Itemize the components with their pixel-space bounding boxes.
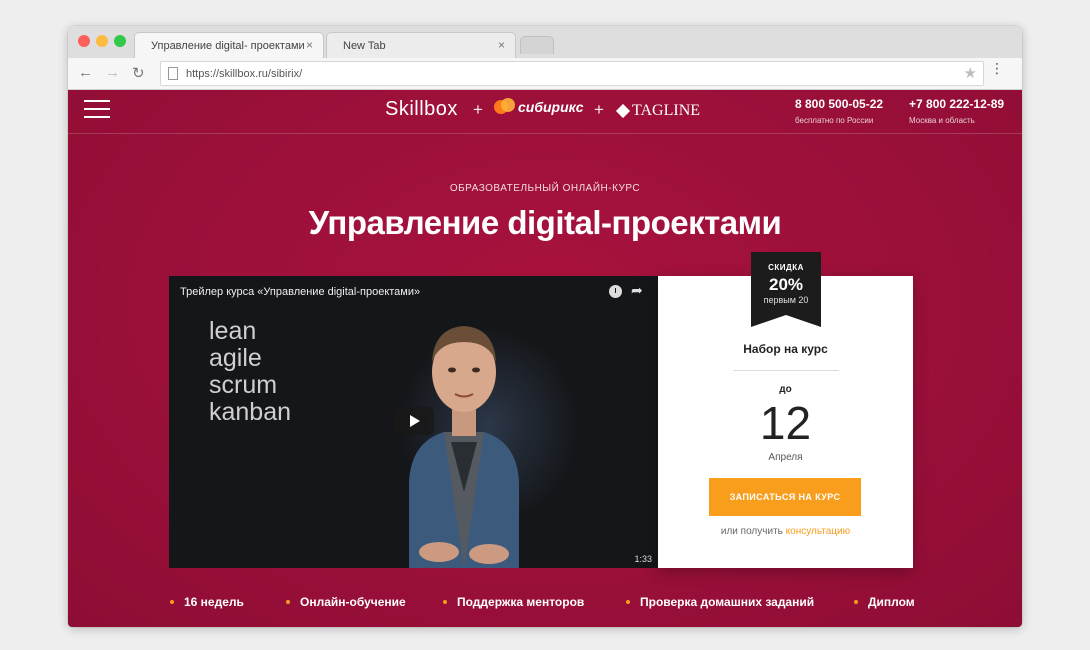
feature-label: Онлайн-обучение [300, 595, 406, 609]
phone-number: +7 800 222-12-89 [909, 97, 1005, 111]
bullet-icon [286, 599, 290, 604]
reload-icon[interactable]: ↻ [132, 64, 145, 82]
enroll-day: 12 [759, 397, 812, 449]
tagline-logo-text: TAGLINE [632, 102, 701, 119]
new-tab-button[interactable] [520, 36, 554, 54]
plus-sign: + [594, 100, 604, 119]
plus-sign: + [473, 100, 483, 119]
back-arrow-icon[interactable]: ← [78, 64, 93, 81]
features-list: 16 недель Онлайн-обучение Поддержка мент… [68, 595, 1022, 611]
page-icon [168, 67, 178, 80]
feature-item: Проверка домашних заданий [626, 595, 814, 609]
sibirix-logo[interactable]: сибирикс [494, 98, 584, 116]
phone-caption: бесплатно по России [795, 116, 874, 125]
feature-label: Проверка домашних заданий [640, 595, 815, 609]
tagline-logo[interactable]: TAGLINE [615, 102, 701, 120]
enroll-month: Апреля [768, 452, 803, 463]
consult-line: или получить консультацию [658, 526, 913, 537]
consult-link[interactable]: консультацию [786, 526, 850, 537]
tab-label: Управление digital- проектами [151, 40, 305, 52]
tab-active[interactable]: Управление digital- проектами × [134, 32, 324, 58]
feature-item: Диплом [854, 595, 915, 609]
word-scrum: scrum [209, 371, 278, 399]
skillbox-logo[interactable]: Skillbox [385, 98, 458, 121]
feature-label: Диплом [868, 595, 915, 609]
tagline-mark-icon [615, 103, 631, 119]
bullet-icon [170, 599, 174, 604]
sibirix-mark-icon [494, 98, 516, 116]
feature-item: 16 недель [170, 595, 244, 609]
video-title: Трейлер курса «Управление digital-проект… [180, 286, 421, 298]
word-kanban: kanban [209, 398, 292, 426]
course-eyebrow: ОБРАЗОВАТЕЛЬНЫЙ ОНЛАЙН-КУРС [449, 183, 641, 194]
discount-note: первым 20 [763, 295, 809, 305]
video-duration: 1:33 [634, 554, 652, 564]
browser-toolbar: ← → ↻ https://skillbox.ru/sibirix/ ★ ⋮ [68, 58, 1022, 90]
close-window-button[interactable] [78, 35, 90, 47]
divider [733, 370, 839, 371]
landing-page: Skillbox + сибирикс + TAGLINE 8 800 500-… [68, 90, 1022, 627]
bullet-icon [443, 599, 447, 604]
page-title: Управление digital-проектами [308, 204, 782, 241]
until-label: до [779, 384, 792, 395]
title-bar: Управление digital- проектами × New Tab … [68, 26, 1022, 58]
feature-item: Поддержка менторов [443, 595, 584, 609]
phone-free[interactable]: 8 800 500-05-22 бесплатно по России [795, 97, 883, 125]
tab-new[interactable]: New Tab × [326, 32, 516, 58]
phone-moscow[interactable]: +7 800 222-12-89 Москва и область [909, 97, 1004, 125]
bookmark-star-icon[interactable]: ★ [964, 64, 977, 82]
feature-label: 16 недель [184, 595, 244, 609]
enroll-title: Набор на курс [743, 342, 828, 356]
phone-number: 8 800 500-05-22 [795, 97, 884, 111]
bullet-icon [854, 599, 858, 604]
browser-menu-icon[interactable]: ⋮ [990, 61, 1004, 75]
maximize-window-button[interactable] [114, 35, 126, 47]
word-lean: lean [209, 317, 257, 345]
discount-label: СКИДКА [768, 263, 804, 272]
tab-label: New Tab [343, 40, 386, 52]
methodology-words: lean agile scrum kanban [209, 318, 291, 426]
discount-value: 20% [768, 275, 804, 294]
address-bar[interactable]: https://skillbox.ru/sibirix/ ★ [160, 61, 984, 86]
play-button-icon[interactable] [394, 407, 434, 435]
tab-close-icon[interactable]: × [498, 38, 505, 52]
feature-label: Поддержка менторов [457, 595, 585, 609]
window-controls [78, 35, 126, 47]
watch-later-icon[interactable] [609, 285, 622, 298]
browser-window: Управление digital- проектами × New Tab … [68, 26, 1022, 627]
tab-close-icon[interactable]: × [306, 38, 313, 52]
enroll-button[interactable]: ЗАПИСАТЬСЯ НА КУРС [709, 478, 861, 516]
word-agile: agile [209, 344, 262, 372]
phone-caption: Москва и область [909, 116, 975, 125]
consult-prefix: или получить [720, 526, 783, 537]
enroll-panel: Набор на курс до 12 Апреля ЗАПИСАТЬСЯ НА… [658, 276, 913, 568]
bullet-icon [626, 599, 630, 604]
share-icon[interactable]: ➦ [631, 282, 643, 299]
site-header: Skillbox + сибирикс + TAGLINE 8 800 500-… [68, 90, 1022, 134]
minimize-window-button[interactable] [96, 35, 108, 47]
video-player[interactable]: Трейлер курса «Управление digital-проект… [169, 276, 658, 568]
sibirix-logo-text: сибирикс [518, 99, 584, 115]
forward-arrow-icon[interactable]: → [105, 64, 120, 81]
hamburger-menu-icon[interactable] [84, 100, 110, 118]
url-text[interactable]: https://skillbox.ru/sibirix/ [186, 68, 302, 80]
feature-item: Онлайн-обучение [286, 595, 406, 609]
